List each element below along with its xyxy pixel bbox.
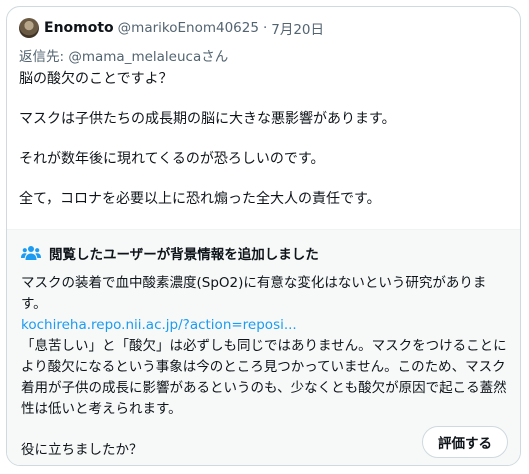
community-note: 閲覧したユーザーが背景情報を追加しました マスクの装着で血中酸素濃度(SpO2)… [7, 229, 520, 465]
display-name[interactable]: Enomoto [44, 20, 114, 36]
people-icon [21, 246, 41, 260]
helpful-question: 役に立ちましたか？ [21, 442, 143, 458]
reply-to-line: 返信先: @mama_melaleucaさん [19, 45, 228, 65]
tweet-line: それが数年後に現れてくるのが恐ろしいのです。 [19, 151, 325, 167]
note-source-link[interactable]: kochireha.repo.nii.ac.jp/?action=reposi.… [21, 315, 509, 336]
note-paragraph: 「息苦しい」と「酸欠」は必ずしも同じではありません。マスクをつけることにより酸欠… [21, 338, 507, 417]
reply-prefix: 返信先: [19, 49, 69, 65]
tweet-line: 脳の酸欠のことですよ？ [19, 71, 173, 87]
header-separator: · [262, 20, 268, 36]
community-note-header: 閲覧したユーザーが背景情報を追加しました [21, 243, 319, 263]
tweet-line: マスクは子供たちの成長期の脳に大きな悪影響があります。 [19, 111, 396, 127]
avatar[interactable] [19, 18, 39, 38]
reply-suffix: さん [201, 49, 229, 65]
community-note-title: 閲覧したユーザーが背景情報を追加しました [49, 247, 319, 263]
reply-mention-link[interactable]: @mama_melaleuca [68, 49, 201, 65]
community-note-body: マスクの装着で血中酸素濃度(SpO2)に有意な変化はないという研究があります。 … [21, 273, 509, 420]
rate-button[interactable]: 評価する [422, 426, 508, 458]
tweet-card[interactable]: Enomoto @marikoEnom40625 · 7月20日 返信先: @m… [6, 6, 521, 466]
tweet-text: 脳の酸欠のことですよ？ マスクは子供たちの成長期の脳に大きな悪影響があります。 … [19, 69, 511, 210]
tweet-line: 全て，コロナを必要以上に恐れ煽った全大人の責任です。 [19, 191, 381, 207]
tweet-date[interactable]: 7月20日 [271, 18, 324, 38]
tweet-header: Enomoto @marikoEnom40625 · 7月20日 [19, 17, 324, 39]
note-paragraph: マスクの装着で血中酸素濃度(SpO2)に有意な変化はないという研究があります。 [21, 275, 487, 312]
user-handle[interactable]: @marikoEnom40625 [118, 20, 259, 36]
